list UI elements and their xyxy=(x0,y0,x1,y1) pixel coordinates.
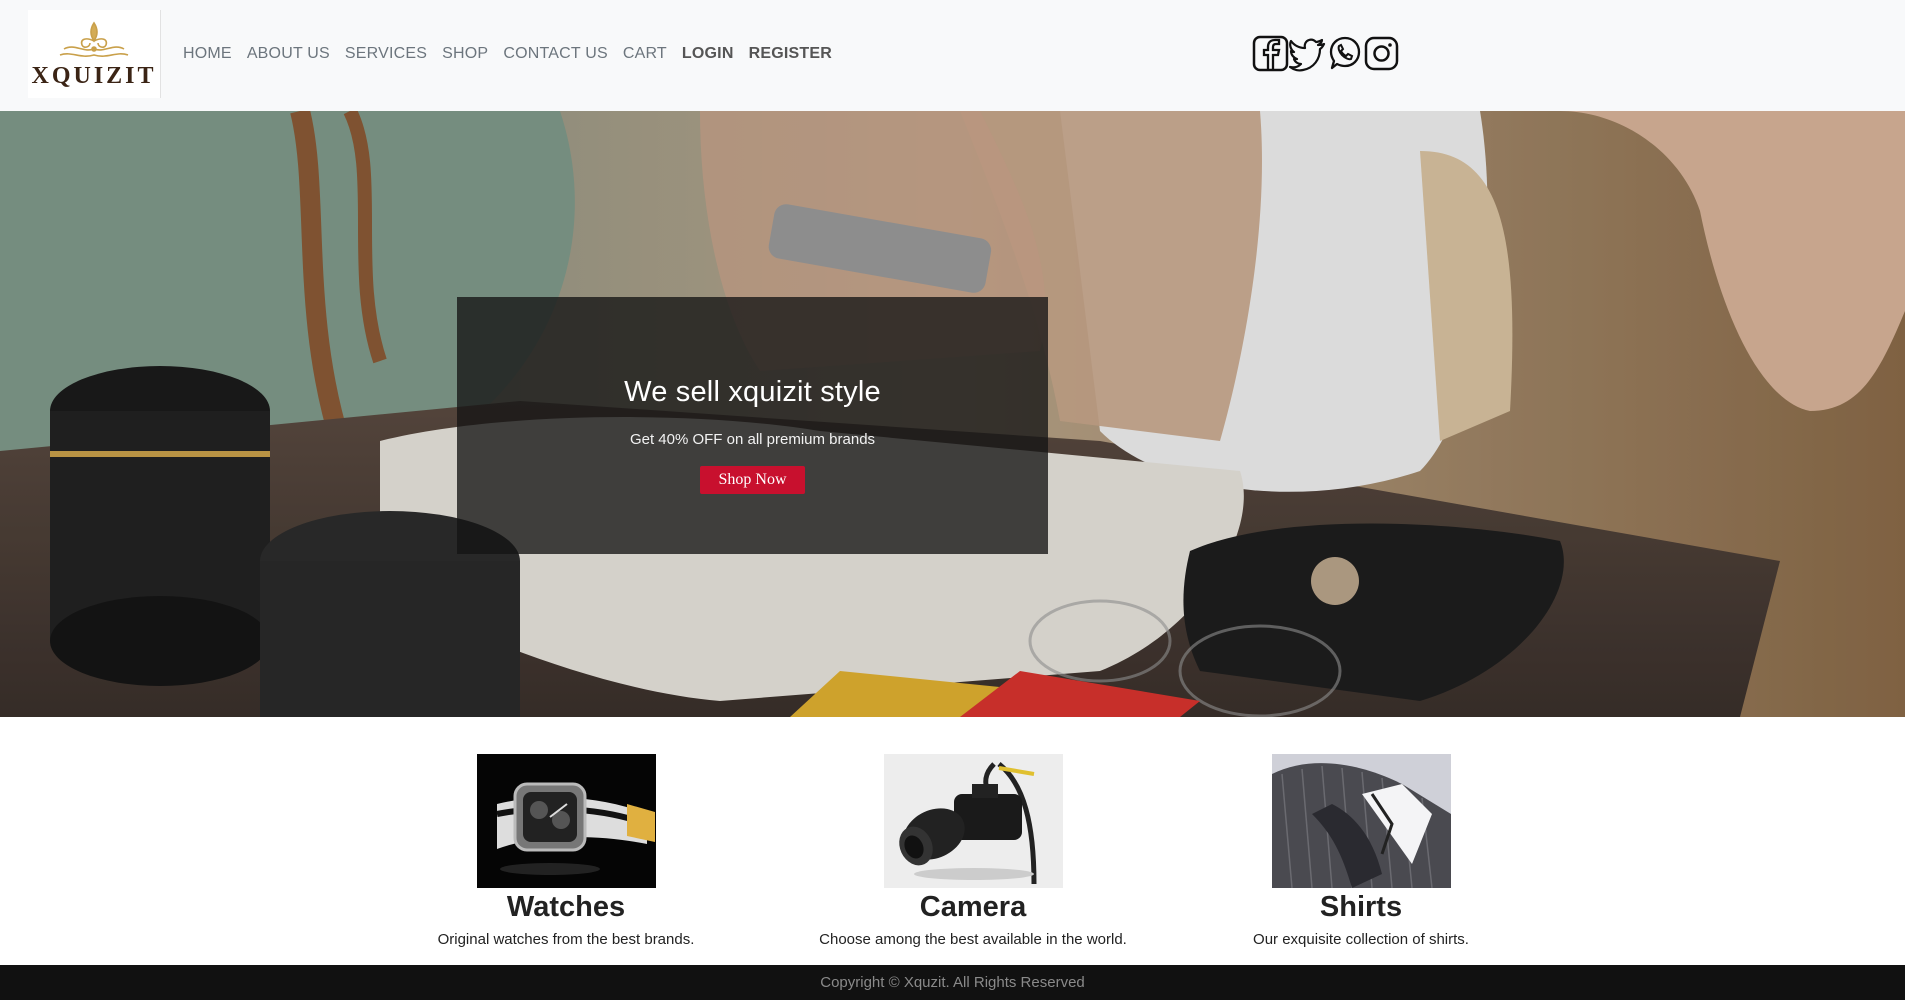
nav-shop[interactable]: SHOP xyxy=(442,45,488,63)
brand-logo[interactable]: XQUIZIT xyxy=(28,10,161,98)
product-title: Shirts xyxy=(1319,891,1403,923)
brand-name: XQUIZIT xyxy=(31,62,157,89)
product-section: Watches Original watches from the best b… xyxy=(0,717,1905,965)
whatsapp-icon[interactable] xyxy=(1326,35,1363,73)
instagram-icon[interactable] xyxy=(1363,35,1400,73)
nav-login[interactable]: LOGIN xyxy=(682,45,734,63)
nav-services[interactable]: SERVICES xyxy=(345,45,427,63)
nav-contact-us[interactable]: CONTACT US xyxy=(503,45,608,63)
twitter-icon[interactable] xyxy=(1289,35,1326,73)
copyright-text: Copyright © Xquzit. All Rights Reserved xyxy=(820,974,1085,991)
nav-cart[interactable]: CART xyxy=(623,45,667,63)
nav-register[interactable]: REGISTER xyxy=(749,45,832,63)
shop-now-button[interactable]: Shop Now xyxy=(700,466,805,494)
social-links xyxy=(1252,35,1400,73)
navbar: XQUIZIT HOME ABOUT US SERVICES SHOP CONT… xyxy=(0,0,1905,111)
hero-title: We sell xquizit style xyxy=(624,376,881,408)
shirt-image xyxy=(1271,754,1451,888)
product-title: Camera xyxy=(919,891,1027,923)
product-description: Our exquisite collection of shirts. xyxy=(1253,931,1469,948)
nav-home[interactable]: HOME xyxy=(183,45,232,63)
product-card-shirts[interactable]: Shirts Our exquisite collection of shirt… xyxy=(1161,754,1561,948)
product-title: Watches xyxy=(506,891,626,923)
nav-about-us[interactable]: ABOUT US xyxy=(247,45,330,63)
hero-caption: We sell xquizit style Get 40% OFF on all… xyxy=(457,297,1048,554)
fleur-ornament-icon xyxy=(59,21,129,57)
product-card-camera[interactable]: Camera Choose among the best available i… xyxy=(773,754,1173,948)
product-card-watches[interactable]: Watches Original watches from the best b… xyxy=(366,754,766,948)
footer: Copyright © Xquzit. All Rights Reserved xyxy=(0,965,1905,1000)
hero-subtitle: Get 40% OFF on all premium brands xyxy=(629,431,876,448)
nav-links: HOME ABOUT US SERVICES SHOP CONTACT US C… xyxy=(183,45,847,63)
hero-banner: We sell xquizit style Get 40% OFF on all… xyxy=(0,111,1905,717)
camera-image xyxy=(883,754,1063,888)
product-description: Original watches from the best brands. xyxy=(437,931,695,948)
facebook-icon[interactable] xyxy=(1252,35,1289,73)
watch-image xyxy=(476,754,656,888)
product-description: Choose among the best available in the w… xyxy=(819,931,1127,948)
